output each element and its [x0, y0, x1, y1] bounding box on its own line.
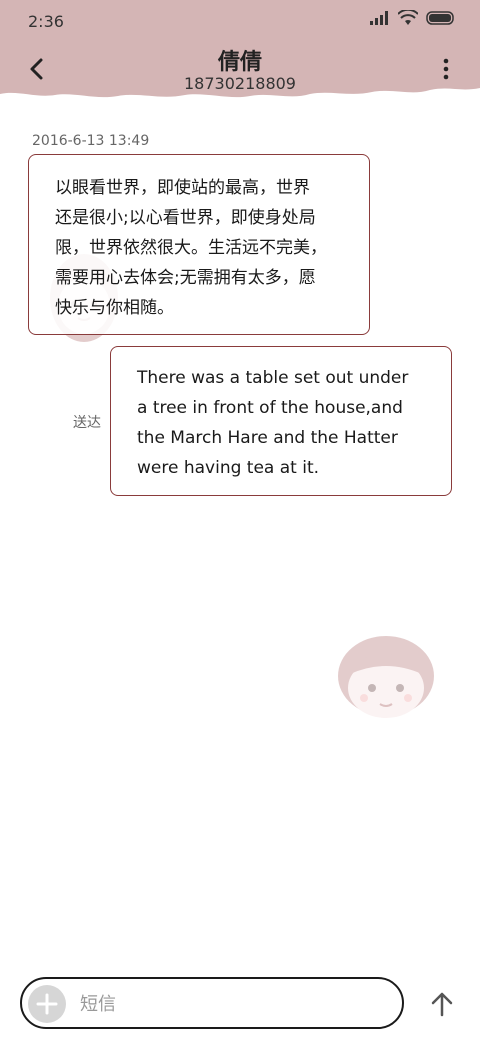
contact-name: 倩倩 — [217, 50, 262, 75]
contact-number: 18730218809 — [184, 74, 296, 93]
outgoing-message-text: There was a table set out under a tree i… — [137, 368, 409, 478]
wifi-icon — [398, 10, 418, 25]
more-menu-icon[interactable] — [440, 56, 452, 82]
battery-icon — [426, 11, 454, 25]
incoming-message-text: 以眼看世界，即使站的最高，世界 还是很小;以心看世界，即使身处局 限，世界依然很… — [55, 178, 327, 318]
compose-bar — [20, 977, 404, 1029]
outgoing-message-bubble[interactable]: There was a table set out under a tree i… — [110, 346, 452, 496]
girl-avatar-icon — [338, 636, 434, 718]
message-input[interactable] — [78, 979, 382, 1029]
status-icons — [370, 10, 456, 26]
message-timestamp: 2016-6-13 13:49 — [32, 133, 150, 149]
send-arrow-icon[interactable] — [428, 990, 456, 1018]
conversation-header: 2:36 倩倩 18730218809 — [0, 0, 480, 110]
delivery-status: 送达 — [73, 415, 101, 431]
plus-icon — [36, 993, 58, 1015]
add-attachment-button[interactable] — [28, 985, 66, 1023]
incoming-message-bubble[interactable]: 以眼看世界，即使站的最高，世界 还是很小;以心看世界，即使身处局 限，世界依然很… — [28, 154, 370, 335]
signal-icon — [370, 11, 388, 25]
status-time: 2:36 — [28, 12, 64, 31]
